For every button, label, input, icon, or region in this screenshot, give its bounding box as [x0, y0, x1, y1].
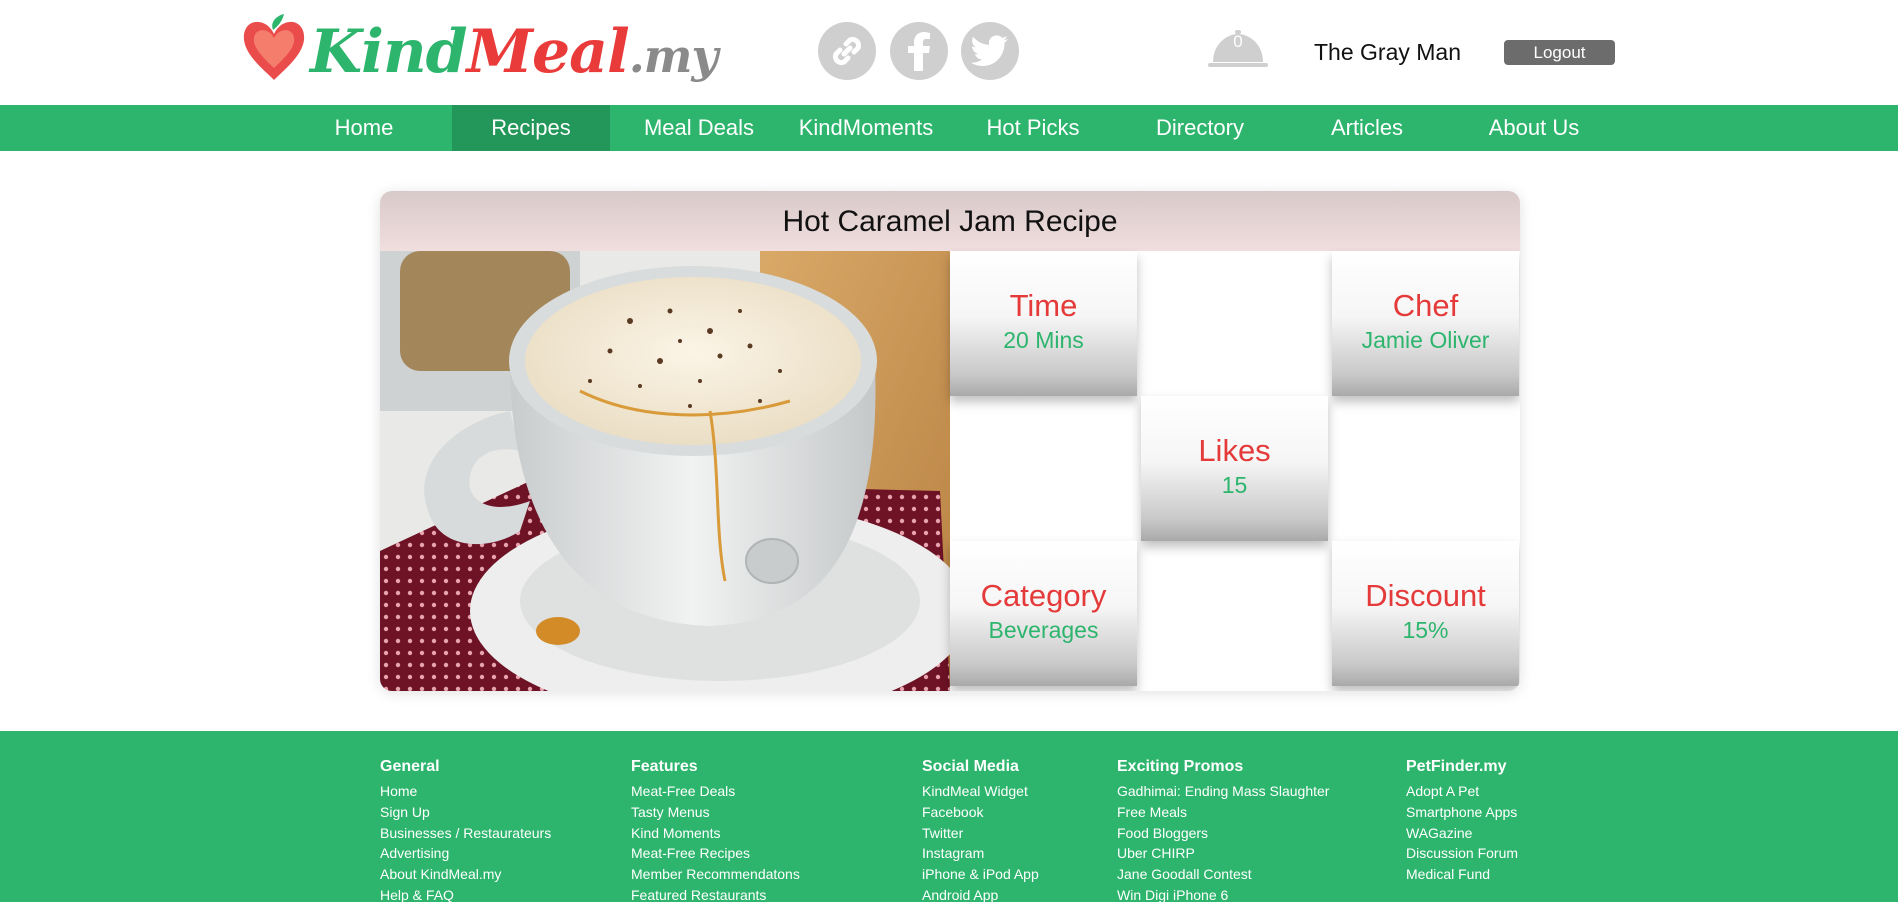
site-footer: General Home Sign Up Businesses / Restau… — [0, 731, 1898, 903]
footer-link[interactable]: Instagram — [922, 843, 1039, 864]
footer-heading: PetFinder.my — [1406, 758, 1507, 775]
footer-link[interactable]: KindMeal Widget — [922, 781, 1039, 802]
footer-link[interactable]: Discussion Forum — [1406, 843, 1518, 864]
footer-link[interactable]: Sign Up — [380, 802, 551, 823]
nav-kindmoments[interactable]: KindMoments — [787, 105, 945, 151]
footer-link[interactable]: Medical Fund — [1406, 864, 1518, 885]
logout-button[interactable]: Logout — [1504, 40, 1615, 65]
footer-link[interactable]: Facebook — [922, 802, 1039, 823]
nav-about-us[interactable]: About Us — [1455, 105, 1613, 151]
footer-link[interactable]: Gadhimai: Ending Mass Slaughter — [1117, 781, 1329, 802]
notification-count: 0 — [1233, 32, 1243, 51]
stat-chef: Chef Jamie Oliver — [1332, 251, 1519, 396]
nav-recipes[interactable]: Recipes — [452, 105, 610, 151]
footer-heading: Exciting Promos — [1117, 758, 1244, 775]
footer-link[interactable]: Home — [380, 781, 551, 802]
stat-chef-label: Chef — [1392, 288, 1459, 323]
footer-link[interactable]: About KindMeal.my — [380, 864, 551, 885]
footer-heading: Features — [631, 758, 698, 775]
stat-time-label: Time — [1009, 288, 1078, 323]
nav-hot-picks[interactable]: Hot Picks — [954, 105, 1112, 151]
footer-link[interactable]: Win Digi iPhone 6 — [1117, 885, 1329, 906]
stat-time-value: 20 Mins — [1003, 327, 1084, 353]
twitter-icon[interactable] — [961, 22, 1019, 80]
stat-likes: Likes 15 — [1141, 396, 1328, 541]
footer-link[interactable]: Smartphone Apps — [1406, 802, 1518, 823]
facebook-icon[interactable] — [890, 22, 948, 80]
user-name[interactable]: The Gray Man — [1314, 38, 1461, 66]
nav-meal-deals[interactable]: Meal Deals — [620, 105, 778, 151]
footer-link[interactable]: Uber CHIRP — [1117, 843, 1329, 864]
footer-link[interactable]: Advertising — [380, 843, 551, 864]
stat-time: Time 20 Mins — [950, 251, 1137, 396]
footer-link[interactable]: WAGazine — [1406, 823, 1518, 844]
footer-link[interactable]: Jane Goodall Contest — [1117, 864, 1329, 885]
footer-link[interactable]: Kind Moments — [631, 823, 800, 844]
recipe-card: Hot Caramel Jam Recipe Time 20 Mins Chef… — [380, 191, 1520, 691]
footer-link[interactable]: Meat-Free Deals — [631, 781, 800, 802]
footer-column-petfinder: PetFinder.my Adopt A Pet Smartphone Apps… — [1406, 757, 1518, 885]
footer-link[interactable]: Android App — [922, 885, 1039, 906]
nav-home[interactable]: Home — [285, 105, 443, 151]
footer-link[interactable]: Adopt A Pet — [1406, 781, 1518, 802]
footer-column-social-media: Social Media KindMeal Widget Facebook Tw… — [922, 757, 1039, 906]
stat-likes-value: 15 — [1221, 472, 1248, 498]
kindmeal-logo[interactable]: KindMeal.my — [240, 12, 718, 102]
footer-link[interactable]: Member Recommendatons — [631, 864, 800, 885]
footer-link[interactable]: Featured Restaurants — [631, 885, 800, 906]
footer-heading: General — [380, 758, 440, 775]
stat-discount-label: Discount — [1365, 578, 1486, 613]
stat-category: Category Beverages — [950, 541, 1137, 686]
footer-link[interactable]: Food Bloggers — [1117, 823, 1329, 844]
footer-column-general: General Home Sign Up Businesses / Restau… — [380, 757, 551, 906]
site-header: KindMeal.my 0 The Gray Man Logout — [0, 0, 1898, 105]
footer-link[interactable]: Businesses / Restaurateurs — [380, 823, 551, 844]
stat-likes-label: Likes — [1198, 433, 1271, 468]
footer-column-exciting-promos: Exciting Promos Gadhimai: Ending Mass Sl… — [1117, 757, 1329, 906]
stat-discount: Discount 15% — [1332, 541, 1519, 686]
stat-chef-value[interactable]: Jamie Oliver — [1332, 327, 1519, 353]
stat-category-value: Beverages — [988, 617, 1099, 643]
stat-category-label: Category — [980, 578, 1107, 613]
footer-link[interactable]: Twitter — [922, 823, 1039, 844]
footer-column-features: Features Meat-Free Deals Tasty Menus Kin… — [631, 757, 800, 906]
logo-wordmark: KindMeal.my — [310, 17, 718, 87]
notifications-button[interactable]: 0 — [1207, 30, 1269, 70]
footer-link[interactable]: iPhone & iPod App — [922, 864, 1039, 885]
footer-link[interactable]: Meat-Free Recipes — [631, 843, 800, 864]
nav-directory[interactable]: Directory — [1121, 105, 1279, 151]
footer-heading: Social Media — [922, 758, 1019, 775]
stat-discount-value: 15% — [1402, 617, 1449, 643]
footer-link[interactable]: Free Meals — [1117, 802, 1329, 823]
footer-link[interactable]: Tasty Menus — [631, 802, 800, 823]
coffee-cup-photo[interactable] — [380, 251, 950, 691]
footer-link[interactable]: Help & FAQ — [380, 885, 551, 906]
nav-articles[interactable]: Articles — [1288, 105, 1446, 151]
recipe-title: Hot Caramel Jam Recipe — [380, 191, 1520, 251]
main-nav: Home Recipes Meal Deals KindMoments Hot … — [0, 105, 1898, 151]
heart-apple-icon — [243, 14, 305, 81]
link-icon[interactable] — [818, 22, 876, 80]
